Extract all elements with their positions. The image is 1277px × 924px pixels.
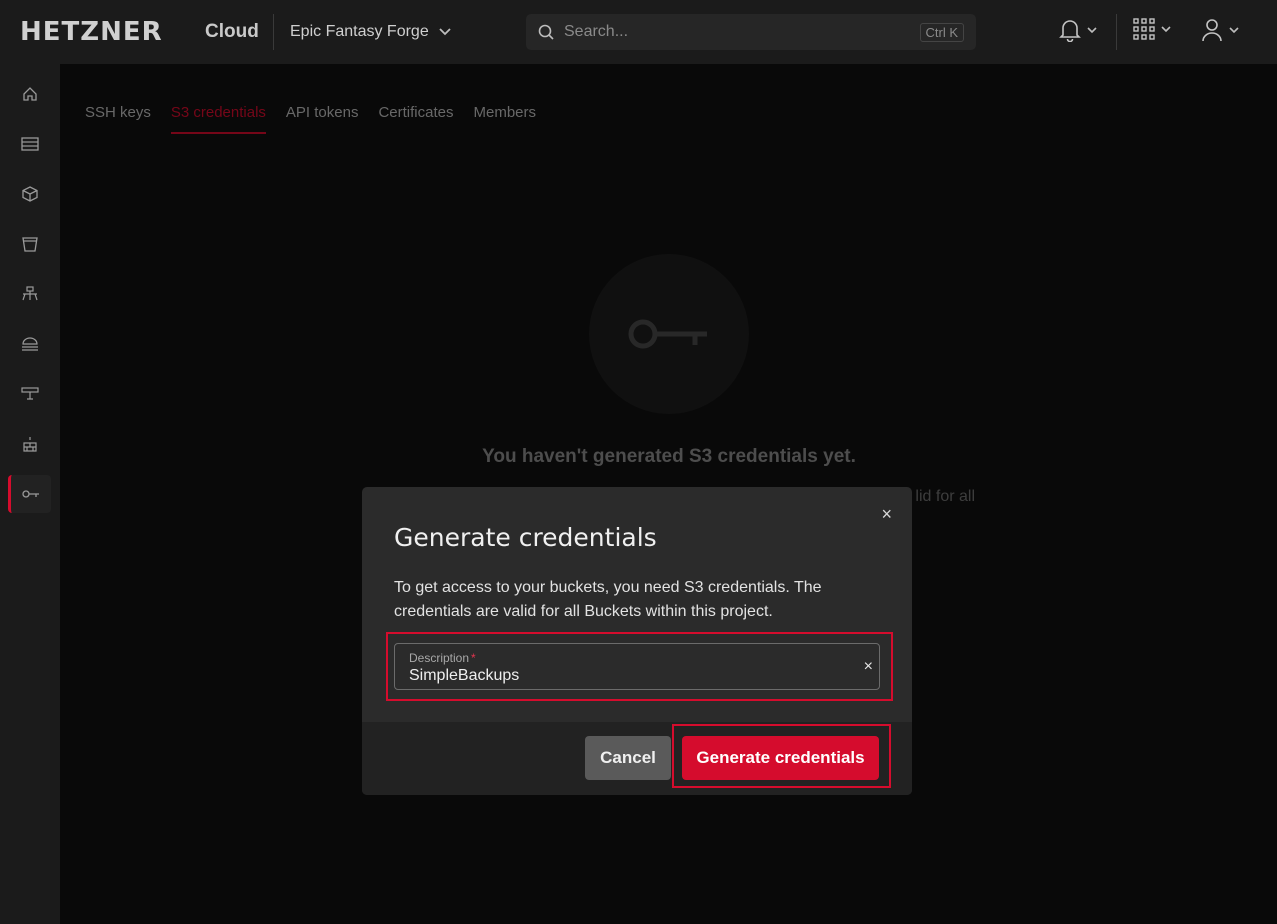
generate-credentials-button[interactable]: Generate credentials [682,736,879,780]
description-input[interactable] [409,666,839,686]
sidebar-item-load-balancers[interactable] [8,325,51,363]
dialog-title: Generate credentials [394,523,657,552]
sidebar-item-servers[interactable] [8,125,51,163]
bell-icon [1059,20,1081,42]
cancel-button[interactable]: Cancel [585,736,671,780]
required-marker: * [471,651,476,665]
sidebar-item-floating-ips[interactable] [8,375,51,413]
grid-icon [1133,18,1155,40]
product-name: Cloud [205,21,259,42]
description-field[interactable]: Description* × [394,643,880,690]
search-icon [538,24,554,40]
search-shortcut: Ctrl K [919,23,964,42]
chevron-down-icon [1161,25,1171,32]
user-icon [1202,19,1222,42]
sidebar-item-volumes[interactable] [8,175,51,213]
clear-icon[interactable]: × [864,658,873,676]
header-divider [273,14,274,50]
chevron-down-icon [439,28,451,36]
search-bar[interactable]: Ctrl K [526,14,976,50]
home-icon [22,87,37,101]
user-menu[interactable] [1201,18,1239,42]
firewall-icon [22,437,37,452]
search-input[interactable] [564,14,904,50]
dialog-footer: Cancel Generate credentials [362,722,912,795]
network-icon [21,286,38,301]
load-balancer-icon [21,337,38,351]
sidebar-item-object-storage[interactable] [8,225,51,263]
chevron-down-icon [1229,26,1239,33]
cube-icon [21,186,38,202]
project-name: Epic Fantasy Forge [290,23,429,40]
sidebar-item-networks[interactable] [8,275,51,313]
sidebar-item-home[interactable] [8,75,51,113]
description-label: Description * [409,651,476,665]
notifications-menu[interactable] [1059,18,1097,42]
close-icon[interactable]: × [881,505,892,523]
bucket-icon [21,237,38,252]
sidebar-item-firewalls[interactable] [8,425,51,463]
top-bar: HETZNER Cloud Epic Fantasy Forge Ctrl K [0,0,1277,64]
chevron-down-icon [1087,26,1097,33]
key-icon [22,490,39,498]
apps-menu[interactable] [1133,18,1171,40]
servers-icon [20,137,39,151]
project-selector[interactable]: Epic Fantasy Forge [290,23,451,41]
sidebar [0,64,60,924]
floating-ip-icon [20,387,39,400]
generate-credentials-dialog: × Generate credentials To get access to … [362,487,912,795]
header-divider [1116,14,1117,50]
hetzner-logo[interactable]: HETZNER [20,18,163,46]
dialog-description: To get access to your buckets, you need … [394,579,822,620]
sidebar-item-security[interactable] [8,475,51,513]
